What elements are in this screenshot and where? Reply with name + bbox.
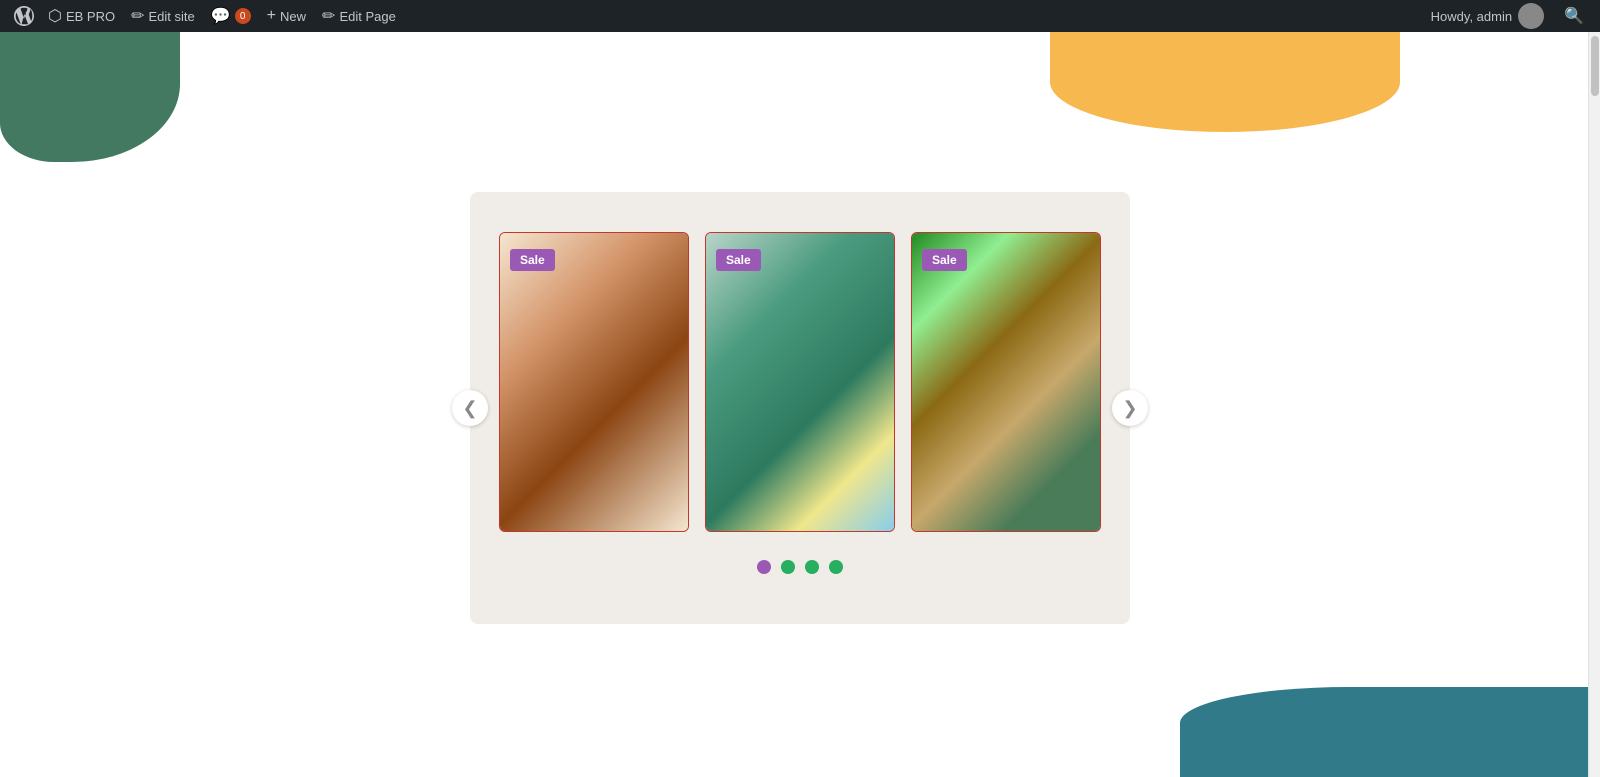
edit-site-item[interactable]: ✏ Edit site — [123, 0, 203, 32]
new-label: New — [280, 9, 306, 24]
product-card-2[interactable]: Sale — [705, 232, 895, 532]
dot-3[interactable] — [805, 560, 819, 574]
decorative-shape-orange — [1050, 32, 1400, 132]
carousel-prev-button[interactable]: ❮ — [452, 390, 488, 426]
sale-badge-3: Sale — [922, 249, 967, 271]
dot-2[interactable] — [781, 560, 795, 574]
decorative-shape-green — [0, 32, 180, 162]
new-item[interactable]: + New — [259, 0, 314, 32]
eb-pro-icon: ⬡ — [48, 6, 62, 26]
prev-arrow-icon: ❮ — [462, 398, 477, 419]
comment-icon: 💬 — [211, 6, 231, 26]
eb-pro-item[interactable]: ⬡ EB PRO — [40, 0, 123, 32]
wp-logo[interactable] — [8, 0, 40, 32]
product-card-3[interactable]: Sale — [911, 232, 1101, 532]
decorative-shape-teal — [1180, 687, 1600, 777]
eb-pro-label: EB PRO — [66, 9, 115, 24]
carousel-next-button[interactable]: ❯ — [1112, 390, 1148, 426]
edit-page-item[interactable]: ✏ Edit Page — [314, 0, 404, 32]
dot-4[interactable] — [829, 560, 843, 574]
edit-site-icon: ✏ — [131, 6, 144, 26]
product-card-1[interactable]: Sale — [499, 232, 689, 532]
page-content: ❮ Sale Sale Sale ❯ — [0, 32, 1600, 777]
pencil-icon: ✏ — [322, 6, 335, 26]
dot-1[interactable] — [757, 560, 771, 574]
carousel-container: ❮ Sale Sale Sale ❯ — [470, 192, 1130, 624]
comments-item[interactable]: 💬 0 — [203, 0, 259, 32]
sale-badge-2: Sale — [716, 249, 761, 271]
scrollbar[interactable] — [1588, 32, 1600, 777]
next-arrow-icon: ❯ — [1122, 398, 1137, 419]
howdy-text: Howdy, admin — [1431, 9, 1512, 24]
carousel-track: Sale Sale Sale — [500, 232, 1100, 532]
howdy-section[interactable]: Howdy, admin — [1423, 3, 1552, 29]
comments-count: 0 — [235, 8, 251, 24]
scrollbar-thumb[interactable] — [1591, 36, 1599, 96]
edit-site-label: Edit site — [149, 9, 195, 24]
edit-page-label: Edit Page — [339, 9, 395, 24]
admin-bar-right: Howdy, admin 🔍 — [1423, 3, 1592, 29]
carousel-dots — [500, 560, 1100, 574]
avatar — [1518, 3, 1544, 29]
sale-badge-1: Sale — [510, 249, 555, 271]
plus-icon: + — [267, 7, 276, 25]
admin-bar: ⬡ EB PRO ✏ Edit site 💬 0 + New ✏ Edit Pa… — [0, 0, 1600, 32]
search-button[interactable]: 🔍 — [1556, 6, 1592, 26]
